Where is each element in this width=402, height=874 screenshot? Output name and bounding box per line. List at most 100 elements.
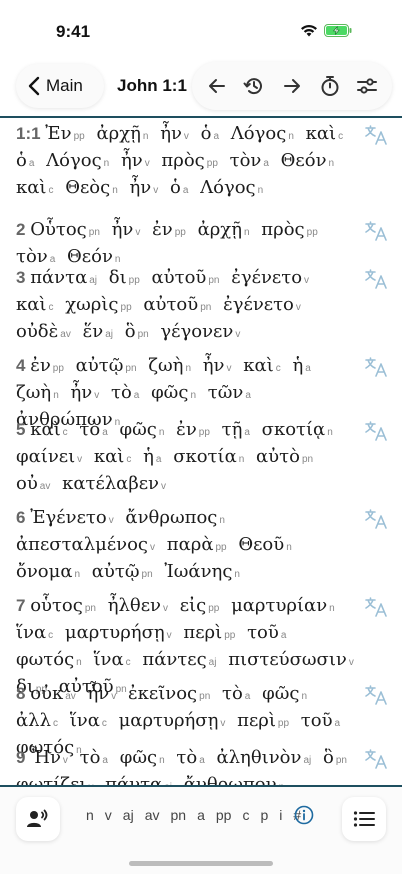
greek-word[interactable]: ἀπεσταλμένος v	[16, 534, 161, 555]
greek-word[interactable]: Λόγος n	[46, 150, 115, 171]
greek-word[interactable]: φῶς n	[120, 747, 171, 768]
greek-word[interactable]: ἀληθινὸν aj	[216, 747, 317, 768]
greek-word[interactable]: ἦν v	[203, 355, 238, 376]
greek-word[interactable]: φαίνει v	[16, 446, 88, 467]
greek-word[interactable]: Οὗτος pn	[30, 219, 106, 240]
pos-filter-pp[interactable]: pp	[216, 807, 232, 823]
greek-word[interactable]: ὁa	[16, 150, 40, 171]
greek-word[interactable]: καὶ c	[16, 294, 59, 315]
list-button[interactable]	[342, 797, 386, 841]
greek-word[interactable]: τὸ a	[80, 747, 114, 768]
greek-word[interactable]: ὁa	[201, 123, 225, 144]
greek-word[interactable]: τὸ a	[79, 419, 113, 440]
greek-word[interactable]: δι pp	[109, 267, 146, 288]
greek-word[interactable]: τὸν a	[230, 150, 275, 171]
back-button[interactable]: Main	[16, 64, 104, 108]
greek-word[interactable]: χωρὶς pp	[65, 294, 137, 315]
greek-word[interactable]: ἦν v	[71, 382, 106, 403]
greek-word[interactable]: πάντες aj	[142, 649, 222, 670]
pos-filter-c[interactable]: c	[242, 807, 249, 823]
greek-word[interactable]: ἐν pp	[176, 419, 216, 440]
greek-word[interactable]: ἡa	[143, 446, 167, 467]
greek-word[interactable]: αὐτοῦ pn	[143, 294, 217, 315]
greek-word[interactable]: γέγονεν v	[160, 321, 246, 342]
greek-word[interactable]: Θεόν n	[281, 150, 340, 171]
greek-word[interactable]: περὶ pp	[237, 710, 295, 731]
greek-word[interactable]: Θεόν n	[67, 246, 126, 267]
greek-word[interactable]: ὃ pn	[125, 321, 155, 342]
greek-word[interactable]: φωτός n	[16, 649, 88, 670]
greek-word[interactable]: μαρτυρήσῃ v	[119, 710, 232, 731]
greek-word[interactable]: καὶ c	[306, 123, 349, 144]
greek-word[interactable]: πρὸς pp	[261, 219, 323, 240]
greek-word[interactable]: ἦν v	[121, 150, 156, 171]
greek-word[interactable]: Ἐγένετο v	[30, 507, 120, 528]
greek-word[interactable]: ὁa	[170, 177, 194, 198]
greek-word[interactable]: ἕν aj	[83, 321, 119, 342]
previous-button[interactable]	[201, 70, 233, 102]
greek-word[interactable]: πιστεύσωσιν v	[228, 649, 360, 670]
translate-icon[interactable]	[364, 596, 388, 618]
greek-word[interactable]: πάνταaj	[105, 774, 178, 785]
pos-filter-pn[interactable]: pn	[171, 807, 187, 823]
greek-word[interactable]: Ἦν v	[30, 747, 74, 768]
translate-icon[interactable]	[364, 748, 388, 770]
translate-icon[interactable]	[364, 356, 388, 378]
greek-word[interactable]: παρὰ pp	[167, 534, 233, 555]
greek-word[interactable]: τὸ a	[222, 683, 256, 704]
greek-word[interactable]: καὶ c	[30, 419, 73, 440]
greek-word[interactable]: φῶς n	[151, 382, 202, 403]
greek-word[interactable]: φωτίζειv	[16, 774, 99, 785]
greek-word[interactable]: ζωὴ n	[16, 382, 65, 403]
greek-word[interactable]: αὐτὸ pn	[256, 446, 319, 467]
greek-word[interactable]: τὸ a	[176, 747, 210, 768]
greek-word[interactable]: ἡa	[292, 355, 316, 376]
verse-list[interactable]: 1:1 Ἐν pp ἀρχῇ n ἦν v ὁa Λόγος n καὶ c ὁa Λόγ…	[0, 118, 402, 785]
greek-word[interactable]: ἦν v	[160, 123, 195, 144]
translate-icon[interactable]	[364, 268, 388, 290]
greek-word[interactable]: οὐδὲ av	[16, 321, 77, 342]
greek-word[interactable]: τοῦ a	[301, 710, 346, 731]
greek-word[interactable]: σκοτίᾳ n	[262, 419, 339, 440]
greek-word[interactable]: Λόγος n	[231, 123, 300, 144]
greek-word[interactable]: οὐκ av	[30, 683, 82, 704]
greek-word[interactable]: ἐκεῖνος pn	[128, 683, 216, 704]
greek-word[interactable]: ἵνα c	[16, 622, 59, 643]
greek-word[interactable]: φῶς n	[119, 419, 170, 440]
timer-button[interactable]	[314, 70, 346, 102]
translate-icon[interactable]	[364, 420, 388, 442]
info-icon[interactable]	[294, 805, 314, 825]
greek-word[interactable]: καὶ c	[16, 177, 59, 198]
greek-word[interactable]: πρὸς pp	[161, 150, 223, 171]
greek-word[interactable]: ἄνθρωπος n	[125, 507, 231, 528]
greek-word[interactable]: ἵνα c	[70, 710, 113, 731]
greek-word[interactable]: αὐτῷ pn	[92, 561, 159, 582]
greek-word[interactable]: μαρτυρίαν n	[231, 595, 341, 616]
greek-word[interactable]: ἦν v	[88, 683, 123, 704]
greek-word[interactable]: σκοτία n	[173, 446, 250, 467]
pos-filter-aj[interactable]: aj	[123, 807, 134, 823]
greek-word[interactable]: ὃ pn	[323, 747, 353, 768]
greek-word[interactable]: Θεὸς n	[65, 177, 124, 198]
greek-word[interactable]: καὶ c	[243, 355, 286, 376]
greek-word[interactable]: Λόγος n	[200, 177, 269, 198]
pos-filter-p[interactable]: p	[260, 807, 268, 823]
greek-word[interactable]: ὄνομα n	[16, 561, 86, 582]
history-button[interactable]	[238, 70, 270, 102]
greek-word[interactable]: ἐν pp	[30, 355, 70, 376]
greek-word[interactable]: καὶ c	[94, 446, 137, 467]
greek-word[interactable]: Ἐν pp	[45, 123, 90, 144]
greek-word[interactable]: πάνταaj	[30, 267, 103, 288]
next-button[interactable]	[276, 70, 308, 102]
greek-word[interactable]: ἄνθρωπονn	[184, 774, 290, 785]
greek-word[interactable]: τῶν a	[208, 382, 257, 403]
greek-word[interactable]: ἐγένετο v	[231, 267, 315, 288]
settings-button[interactable]	[351, 70, 383, 102]
pos-filter-a[interactable]: a	[197, 807, 205, 823]
translate-icon[interactable]	[364, 684, 388, 706]
greek-word[interactable]: κατέλαβεν v	[62, 473, 172, 494]
audio-button[interactable]	[16, 797, 60, 841]
greek-word[interactable]: τῇ a	[222, 419, 256, 440]
greek-word[interactable]: τὸν a	[16, 246, 61, 267]
greek-word[interactable]: περὶ pp	[183, 622, 241, 643]
